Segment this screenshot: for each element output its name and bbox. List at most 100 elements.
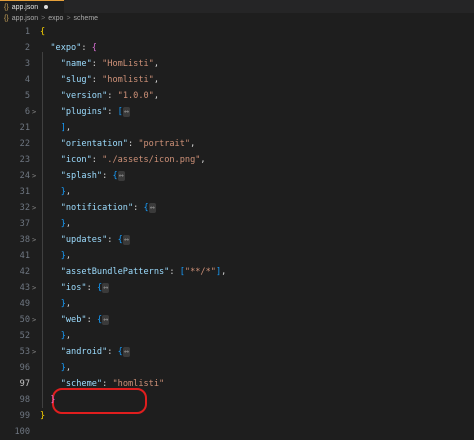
- code-token: ,: [65, 251, 72, 261]
- code-line[interactable]: 52 },: [0, 328, 474, 344]
- breadcrumb-expo[interactable]: expo: [48, 15, 63, 22]
- code-token: "web": [60, 315, 87, 325]
- code-token: :: [86, 283, 97, 293]
- code-line[interactable]: 4 "slug": "homlisti",: [0, 72, 474, 88]
- code-token: {: [112, 171, 118, 181]
- folded-ellipsis-icon[interactable]: ↔: [122, 347, 131, 357]
- line-number: 3: [24, 59, 30, 69]
- code-line[interactable]: 42 "assetBundlePatterns": ["**/*"],: [0, 264, 474, 280]
- line-number: 37: [19, 219, 30, 229]
- folded-ellipsis-icon[interactable]: ↔: [102, 315, 110, 325]
- code-token: :: [91, 75, 103, 85]
- code-text: "android": {↔: [40, 344, 131, 360]
- code-line[interactable]: 22 "orientation": "portrait",: [0, 136, 474, 152]
- code-text: },: [40, 248, 71, 264]
- code-line[interactable]: 24 > "splash": {↔: [0, 168, 474, 184]
- breadcrumb-scheme[interactable]: scheme: [74, 15, 99, 22]
- code-token: "ios": [60, 283, 87, 293]
- folded-ellipsis-icon[interactable]: ↔: [102, 283, 110, 293]
- code-line[interactable]: 43 > "ios": {↔: [0, 280, 474, 296]
- fold-chevron-icon[interactable]: >: [32, 312, 38, 328]
- line-number: 24: [19, 171, 30, 181]
- fold-chevron-icon[interactable]: >: [32, 168, 38, 184]
- code-token: "android": [60, 347, 108, 357]
- code-token: "splash": [60, 171, 103, 181]
- breadcrumb-file[interactable]: app.json: [12, 15, 38, 22]
- code-token: :: [102, 171, 113, 181]
- code-line[interactable]: 97 "scheme": "homlisti": [0, 376, 474, 392]
- code-token: "HomListi": [102, 59, 154, 69]
- unsaved-dot-icon[interactable]: [44, 5, 49, 9]
- code-line[interactable]: 100: [0, 424, 474, 440]
- code-token: ,: [65, 331, 72, 341]
- line-number: 32: [19, 203, 30, 213]
- line-number: 52: [19, 331, 30, 341]
- code-line[interactable]: 32 > "notification": {↔: [0, 200, 474, 216]
- code-line[interactable]: 99}: [0, 408, 474, 424]
- code-text: },: [40, 184, 71, 200]
- breadcrumb: {} app.json > expo > scheme: [0, 13, 474, 24]
- fold-chevron-icon[interactable]: >: [32, 344, 38, 360]
- code-token: ,: [65, 219, 72, 229]
- code-line[interactable]: 6 > "plugins": [↔: [0, 104, 474, 120]
- code-line[interactable]: 38 > "updates": {↔: [0, 232, 474, 248]
- json-file-icon: {}: [4, 15, 9, 22]
- fold-chevron-icon[interactable]: >: [32, 280, 38, 296]
- code-token: "icon": [60, 155, 92, 165]
- code-token: ,: [65, 187, 72, 197]
- code-token: "assetBundlePatterns": [60, 267, 170, 277]
- code-line[interactable]: 23 "icon": "./assets/icon.png",: [0, 152, 474, 168]
- code-line[interactable]: 96 },: [0, 360, 474, 376]
- code-line[interactable]: 37 },: [0, 216, 474, 232]
- code-token: ,: [200, 155, 206, 165]
- line-number: 21: [19, 123, 30, 133]
- fold-chevron-icon[interactable]: >: [32, 200, 38, 216]
- code-text: },: [40, 328, 71, 344]
- code-line[interactable]: 2 "expo": {: [0, 40, 474, 56]
- code-token: :: [107, 235, 118, 245]
- code-text: "version": "1.0.0",: [40, 88, 159, 104]
- code-text: }: [40, 408, 45, 424]
- code-line[interactable]: 41 },: [0, 248, 474, 264]
- code-text: "slug": "homlisti",: [40, 72, 159, 88]
- code-text: "scheme": "homlisti": [40, 376, 165, 392]
- code-token: "updates": [60, 235, 108, 245]
- code-line[interactable]: 1{: [0, 24, 474, 40]
- line-number: 41: [19, 251, 30, 261]
- folded-ellipsis-icon[interactable]: ↔: [122, 235, 131, 245]
- code-editor[interactable]: 1{2 "expo": {3 "name": "HomListi", 4 "slu…: [0, 24, 474, 440]
- code-token: :: [169, 267, 180, 277]
- tab-app-json[interactable]: {} app.json: [0, 0, 64, 13]
- code-token: "**/*": [184, 267, 216, 277]
- code-line[interactable]: 98 }: [0, 392, 474, 408]
- fold-chevron-icon[interactable]: >: [32, 232, 38, 248]
- code-line[interactable]: 49 },: [0, 296, 474, 312]
- code-line[interactable]: 3 "name": "HomListi",: [0, 56, 474, 72]
- code-line[interactable]: 53 > "android": {↔: [0, 344, 474, 360]
- code-text: },: [40, 216, 71, 232]
- folded-ellipsis-icon[interactable]: ↔: [117, 171, 125, 181]
- chevron-right-icon: >: [66, 15, 71, 22]
- tab-label: app.json: [11, 3, 39, 11]
- folded-ellipsis-icon[interactable]: ↔: [122, 107, 131, 117]
- line-number: 38: [19, 235, 30, 245]
- code-line[interactable]: 5 "version": "1.0.0",: [0, 88, 474, 104]
- code-text: "icon": "./assets/icon.png",: [40, 152, 206, 168]
- code-token: :: [91, 155, 103, 165]
- fold-chevron-icon[interactable]: >: [32, 104, 38, 120]
- line-number: 22: [19, 139, 30, 149]
- code-line[interactable]: 50 > "web": {↔: [0, 312, 474, 328]
- code-line[interactable]: 31 },: [0, 184, 474, 200]
- code-line[interactable]: 21 ],: [0, 120, 474, 136]
- folded-ellipsis-icon[interactable]: ↔: [148, 203, 156, 213]
